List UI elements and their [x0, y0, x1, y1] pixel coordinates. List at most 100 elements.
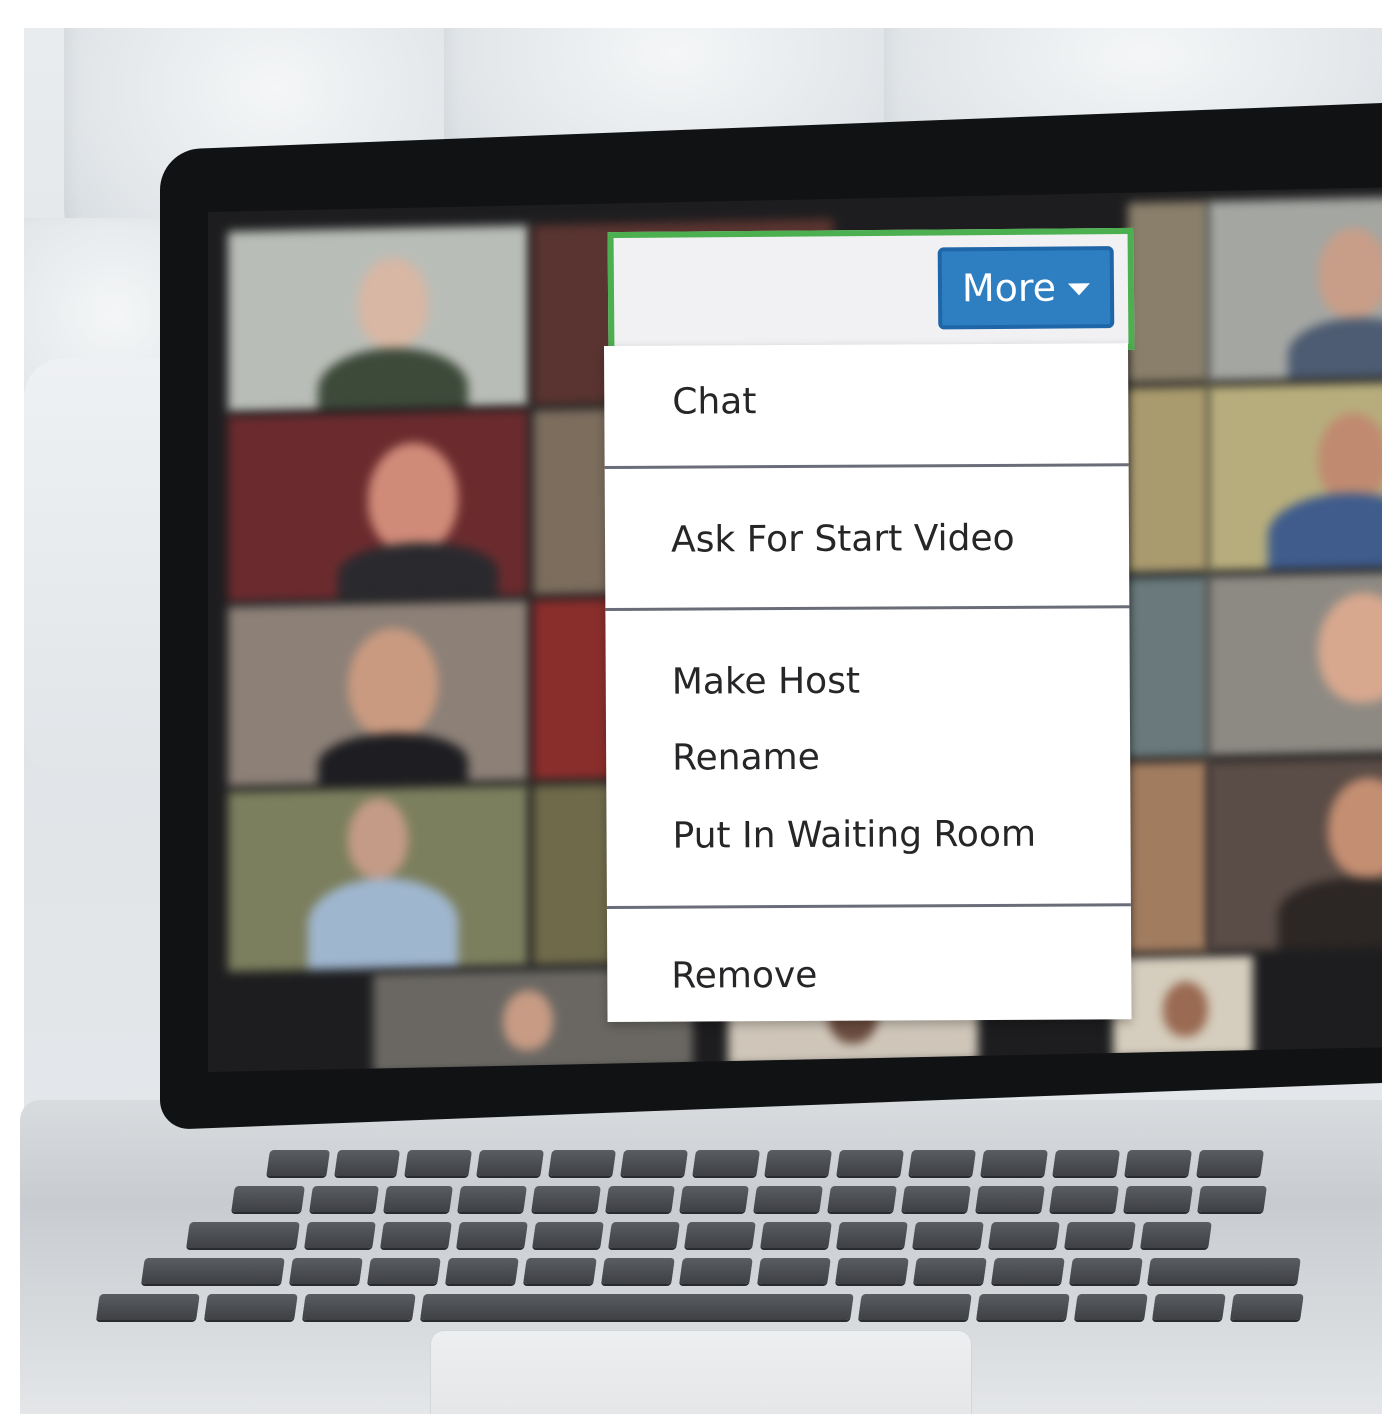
key [988, 1222, 1060, 1248]
key [605, 1186, 675, 1212]
key [601, 1258, 675, 1284]
menu-item-remove[interactable]: Remove [671, 955, 817, 997]
key [1064, 1222, 1136, 1248]
key [976, 1294, 1070, 1320]
key [608, 1222, 680, 1248]
key [692, 1150, 760, 1176]
key [760, 1222, 832, 1248]
key [1069, 1258, 1143, 1284]
key [975, 1186, 1045, 1212]
video-tile [228, 410, 528, 602]
participant-body [318, 346, 468, 412]
key [367, 1258, 441, 1284]
key [1147, 1258, 1301, 1284]
more-button-label: More [961, 265, 1057, 311]
participant-face [348, 627, 438, 740]
key [456, 1222, 528, 1248]
key [991, 1258, 1065, 1284]
key [457, 1186, 527, 1212]
key [980, 1150, 1048, 1176]
key [476, 1150, 544, 1176]
key [679, 1258, 753, 1284]
key [445, 1258, 519, 1284]
participant-body [338, 540, 498, 602]
caret-down-icon [1068, 283, 1091, 296]
key [1074, 1294, 1148, 1320]
video-tile [1113, 955, 1253, 1059]
participant-body [308, 876, 458, 970]
key [532, 1222, 604, 1248]
menu-item-ask-for-start-video[interactable]: Ask For Start Video [671, 518, 1015, 561]
key [531, 1186, 601, 1212]
participant-face [1318, 227, 1382, 319]
laptop-trackpad [430, 1330, 972, 1414]
participant-body [318, 731, 468, 787]
key [836, 1150, 904, 1176]
menu-item-rename[interactable]: Rename [672, 737, 820, 779]
laptop-keyboard [94, 1150, 1382, 1335]
video-tile [228, 785, 528, 972]
key [204, 1294, 298, 1320]
key [266, 1150, 330, 1176]
participant-body [1278, 876, 1382, 950]
key [1052, 1150, 1120, 1176]
key [679, 1186, 749, 1212]
video-tile [1128, 386, 1208, 573]
key [96, 1294, 200, 1320]
menu-divider [606, 903, 1131, 909]
key [901, 1186, 971, 1212]
key [620, 1150, 688, 1176]
key [753, 1186, 823, 1212]
key [383, 1186, 453, 1212]
video-tile [1208, 571, 1382, 757]
participant-face [358, 257, 428, 349]
key [289, 1258, 363, 1284]
key [231, 1186, 305, 1212]
key [302, 1294, 416, 1320]
scene-photo: More Chat Ask For Start Video Make Host … [0, 0, 1382, 1414]
key [523, 1258, 597, 1284]
key [827, 1186, 897, 1212]
key-row [186, 1222, 1212, 1248]
participant-body [1288, 316, 1382, 382]
key [1140, 1222, 1212, 1248]
key [404, 1150, 472, 1176]
participant-face [503, 989, 553, 1051]
more-button[interactable]: More [937, 246, 1115, 330]
menu-item-chat[interactable]: Chat [672, 381, 756, 422]
key [1123, 1186, 1193, 1212]
participant-body [1268, 491, 1382, 572]
video-tile [1208, 756, 1382, 952]
key-row [231, 1186, 1267, 1212]
menu-item-make-host[interactable]: Make Host [672, 661, 860, 703]
more-menu-header-highlight: More [607, 227, 1135, 355]
participant-face [348, 797, 408, 880]
participant-face [1328, 776, 1382, 879]
key [186, 1222, 300, 1248]
video-tile [228, 225, 528, 412]
participant-face [1318, 591, 1382, 704]
key [858, 1294, 972, 1320]
key [334, 1150, 400, 1176]
space-key [420, 1294, 854, 1320]
key [764, 1150, 832, 1176]
key [757, 1258, 831, 1284]
menu-divider [604, 463, 1129, 469]
video-tile [1208, 381, 1382, 572]
key [1230, 1294, 1304, 1320]
key-row [141, 1258, 1301, 1284]
menu-item-put-in-waiting-room[interactable]: Put In Waiting Room [672, 814, 1036, 857]
key [1197, 1186, 1267, 1212]
video-tile [1128, 576, 1208, 758]
key [684, 1222, 756, 1248]
video-tile [228, 600, 528, 787]
participant-face [368, 441, 458, 554]
key [1049, 1186, 1119, 1212]
key [913, 1258, 987, 1284]
participant-face [1163, 981, 1208, 1037]
participant-face [1318, 412, 1382, 504]
key [836, 1222, 908, 1248]
key [1124, 1150, 1192, 1176]
key [304, 1222, 376, 1248]
key [548, 1150, 616, 1176]
